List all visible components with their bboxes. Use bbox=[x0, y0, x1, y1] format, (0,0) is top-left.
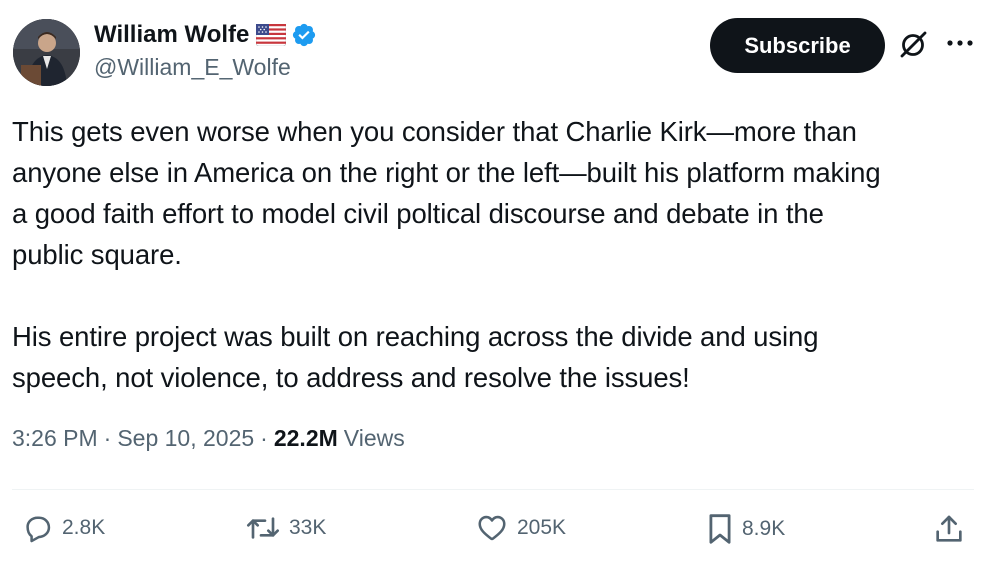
bookmark-icon bbox=[706, 512, 734, 546]
meta-separator: · bbox=[103, 425, 112, 451]
post-time[interactable]: 3:26 PM bbox=[12, 425, 98, 452]
more-icon[interactable] bbox=[947, 38, 973, 48]
share-icon bbox=[933, 512, 965, 546]
reply-icon bbox=[22, 512, 54, 544]
repost-icon bbox=[245, 512, 281, 544]
grok-icon[interactable] bbox=[898, 30, 928, 60]
post-paragraph-2: His entire project was built on reaching… bbox=[12, 321, 819, 393]
share-button[interactable] bbox=[933, 512, 965, 546]
views-label: Views bbox=[343, 425, 405, 451]
subscribe-button[interactable]: Subscribe bbox=[710, 18, 885, 73]
heart-icon bbox=[475, 512, 509, 544]
like-count: 205K bbox=[517, 516, 567, 539]
bookmark-count: 8.9K bbox=[742, 517, 786, 540]
post-paragraph-1: This gets even worse when you consider t… bbox=[12, 116, 881, 270]
bookmark-button[interactable]: 8.9K bbox=[706, 512, 785, 546]
views-count: 22.2M bbox=[273, 425, 338, 451]
post-text: This gets even worse when you consider t… bbox=[12, 111, 987, 398]
post-meta: 3:26 PM · Sep 10, 2025 · 22.2M Views bbox=[12, 425, 405, 452]
verified-badge-icon[interactable] bbox=[291, 22, 317, 48]
divider bbox=[12, 489, 974, 490]
author-name-row: William Wolfe bbox=[94, 19, 317, 51]
us-flag-icon bbox=[256, 23, 287, 47]
author-name[interactable]: William Wolfe bbox=[94, 21, 249, 49]
avatar[interactable] bbox=[13, 19, 80, 86]
repost-button[interactable]: 33K bbox=[245, 512, 326, 544]
reply-count: 2.8K bbox=[62, 516, 106, 539]
like-button[interactable]: 205K bbox=[475, 512, 566, 544]
repost-count: 33K bbox=[289, 516, 327, 539]
post-date[interactable]: Sep 10, 2025 bbox=[117, 425, 254, 452]
meta-separator: · bbox=[260, 425, 268, 451]
author-handle[interactable]: @William_E_Wolfe bbox=[94, 54, 291, 81]
reply-button[interactable]: 2.8K bbox=[22, 512, 105, 544]
